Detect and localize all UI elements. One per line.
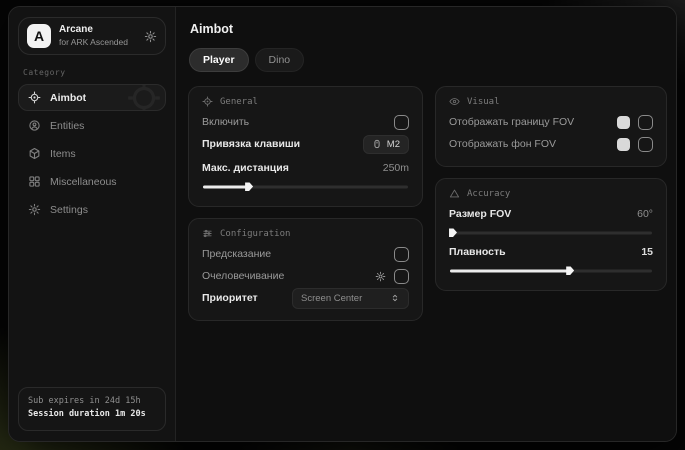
triangle-icon bbox=[449, 188, 460, 199]
category-label: Category bbox=[23, 68, 161, 77]
keybind-button[interactable]: M2 bbox=[363, 135, 409, 154]
fov-background-checkbox[interactable] bbox=[638, 137, 653, 152]
sidebar-item-label: Items bbox=[50, 148, 76, 160]
sliders-icon bbox=[202, 228, 213, 239]
sidebar-item-entities[interactable]: Entities bbox=[18, 112, 166, 139]
fov-border-row: Отображать границу FOV bbox=[449, 111, 653, 133]
prediction-checkbox[interactable] bbox=[394, 247, 409, 262]
general-card-title: General bbox=[220, 97, 258, 107]
visual-card: Visual Отображать границу FOV Отображать… bbox=[435, 86, 667, 167]
slider-thumb[interactable] bbox=[566, 266, 574, 275]
smoothness-slider[interactable] bbox=[450, 266, 652, 275]
max-distance-value: 250m bbox=[383, 162, 409, 174]
sidebar-item-items[interactable]: Items bbox=[18, 140, 166, 167]
fov-size-row: Размер FOV 60° bbox=[449, 203, 653, 225]
humanization-checkbox[interactable] bbox=[394, 269, 409, 284]
sidebar-item-label: Entities bbox=[50, 120, 84, 132]
slider-thumb[interactable] bbox=[449, 228, 457, 237]
smoothness-row: Плавность 15 bbox=[449, 241, 653, 263]
priority-value: Screen Center bbox=[301, 293, 362, 304]
sidebar-nav: Aimbot Entities bbox=[18, 84, 166, 223]
session-duration-text: Session duration 1m 20s bbox=[28, 408, 156, 422]
smoothness-label: Плавность bbox=[449, 246, 506, 258]
mouse-icon bbox=[372, 139, 382, 149]
app-subtitle: for ARK Ascended bbox=[59, 37, 136, 48]
keybind-row: Привязка клавиши M2 bbox=[202, 133, 409, 155]
grid-icon bbox=[28, 175, 41, 188]
humanization-settings-icon[interactable] bbox=[375, 271, 386, 282]
page-title: Aimbot bbox=[190, 22, 667, 36]
brand-card: A Arcane for ARK Ascended bbox=[18, 17, 166, 55]
target-icon bbox=[202, 96, 213, 107]
fov-background-label: Отображать фон FOV bbox=[449, 138, 556, 150]
sidebar-item-label: Settings bbox=[50, 204, 88, 216]
enable-checkbox[interactable] bbox=[394, 115, 409, 130]
accuracy-card-title: Accuracy bbox=[467, 189, 510, 199]
priority-select[interactable]: Screen Center bbox=[292, 288, 409, 309]
fov-background-color-swatch[interactable] bbox=[617, 138, 630, 151]
configuration-card-title: Configuration bbox=[220, 229, 290, 239]
visual-card-title: Visual bbox=[467, 97, 500, 107]
sidebar-item-settings[interactable]: Settings bbox=[18, 196, 166, 223]
tab-dino[interactable]: Dino bbox=[255, 48, 305, 72]
main-panel: Aimbot Player Dino Gener bbox=[176, 7, 677, 441]
app-window: A Arcane for ARK Ascended Category bbox=[8, 6, 677, 442]
sidebar-item-aimbot[interactable]: Aimbot bbox=[18, 84, 166, 111]
keybind-value: M2 bbox=[387, 139, 400, 150]
fov-size-slider[interactable] bbox=[450, 228, 652, 237]
gear-icon bbox=[28, 203, 41, 216]
enable-row: Включить bbox=[202, 111, 409, 133]
keybind-label: Привязка клавиши bbox=[202, 138, 300, 150]
enable-label: Включить bbox=[202, 116, 249, 128]
chevrons-up-down-icon bbox=[390, 293, 400, 303]
fov-size-value: 60° bbox=[637, 208, 653, 220]
app-title: Arcane bbox=[59, 24, 136, 37]
sidebar-item-label: Miscellaneous bbox=[50, 176, 117, 188]
tab-player[interactable]: Player bbox=[189, 48, 249, 72]
eye-icon bbox=[449, 96, 460, 107]
prediction-row: Предсказание bbox=[202, 243, 409, 265]
sidebar-item-miscellaneous[interactable]: Miscellaneous bbox=[18, 168, 166, 195]
tab-bar: Player Dino bbox=[189, 48, 667, 72]
sidebar: A Arcane for ARK Ascended Category bbox=[9, 7, 176, 441]
brand-settings-icon[interactable] bbox=[144, 30, 157, 43]
fov-background-row: Отображать фон FOV bbox=[449, 133, 653, 155]
humanization-label: Очеловечивание bbox=[202, 270, 284, 282]
fov-border-color-swatch[interactable] bbox=[617, 116, 630, 129]
fov-border-checkbox[interactable] bbox=[638, 115, 653, 130]
priority-row: Приоритет Screen Center bbox=[202, 287, 409, 309]
smoothness-value: 15 bbox=[641, 246, 653, 258]
priority-label: Приоритет bbox=[202, 292, 258, 304]
active-item-watermark-icon bbox=[125, 84, 163, 111]
fov-border-label: Отображать границу FOV bbox=[449, 116, 574, 128]
app-logo: A bbox=[27, 24, 51, 48]
general-card: General Включить Привязка клавиши bbox=[188, 86, 423, 207]
max-distance-row: Макс. дистанция 250m bbox=[202, 157, 409, 179]
subscription-status-card: Sub expires in 24d 15h Session duration … bbox=[18, 387, 166, 431]
sub-expiry-text: Sub expires in 24d 15h bbox=[28, 395, 156, 409]
humanization-row: Очеловечивание bbox=[202, 265, 409, 287]
fov-size-label: Размер FOV bbox=[449, 208, 511, 220]
radar-icon bbox=[28, 119, 41, 132]
prediction-label: Предсказание bbox=[202, 248, 271, 260]
max-distance-label: Макс. дистанция bbox=[202, 162, 289, 174]
package-icon bbox=[28, 147, 41, 160]
crosshair-icon bbox=[28, 91, 41, 104]
max-distance-slider[interactable] bbox=[203, 182, 408, 191]
slider-thumb[interactable] bbox=[245, 182, 253, 191]
configuration-card: Configuration Предсказание Очеловечивани… bbox=[188, 218, 423, 321]
accuracy-card: Accuracy Размер FOV 60° Плавность 15 bbox=[435, 178, 667, 291]
sidebar-item-label: Aimbot bbox=[50, 92, 86, 104]
